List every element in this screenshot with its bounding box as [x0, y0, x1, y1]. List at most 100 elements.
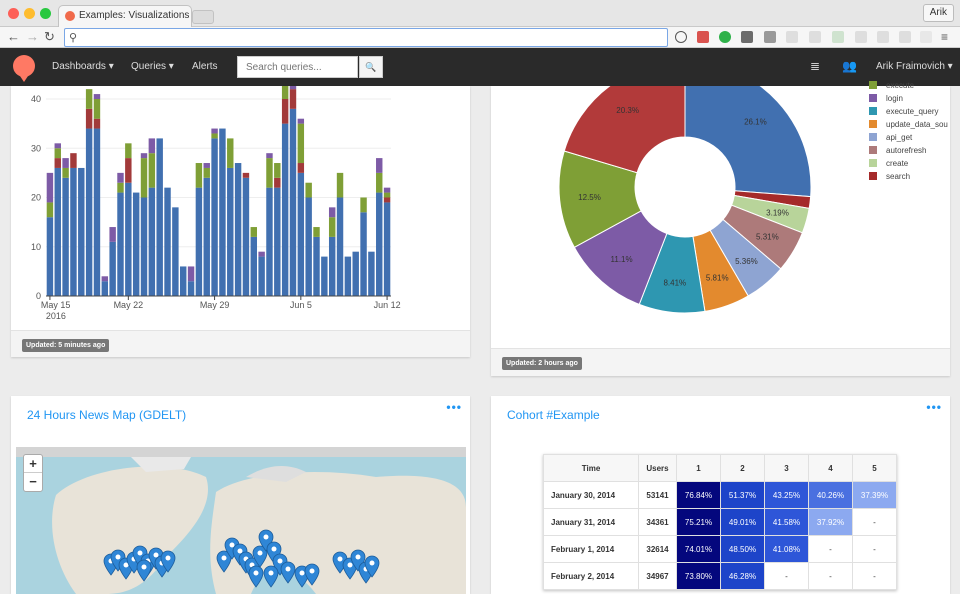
bar-segment[interactable] — [156, 138, 162, 296]
map-pin-icon[interactable] — [137, 560, 151, 581]
bar-segment[interactable] — [47, 217, 53, 296]
bar-segment[interactable] — [102, 276, 108, 281]
extension-gray-icon[interactable] — [809, 31, 821, 43]
bar-segment[interactable] — [282, 124, 288, 296]
bar-segment[interactable] — [117, 183, 123, 193]
bar-segment[interactable] — [227, 168, 233, 296]
bar-segment[interactable] — [141, 198, 147, 297]
legend-item[interactable]: execute — [869, 81, 914, 90]
bar-segment[interactable] — [47, 202, 53, 217]
bar-segment[interactable] — [305, 198, 311, 297]
bar-segment[interactable] — [149, 188, 155, 296]
bar-segment[interactable] — [78, 168, 84, 296]
minimize-window-button[interactable] — [24, 8, 35, 19]
bar-segment[interactable] — [376, 173, 382, 193]
bar-segment[interactable] — [141, 158, 147, 197]
map-pin-icon[interactable] — [264, 566, 278, 587]
bar-segment[interactable] — [243, 173, 249, 178]
bar-segment[interactable] — [149, 138, 155, 153]
bar-segment[interactable] — [62, 178, 68, 296]
bar-segment[interactable] — [298, 119, 304, 124]
extension-gray-icon[interactable] — [877, 31, 889, 43]
bar-segment[interactable] — [282, 99, 288, 124]
bar-segment[interactable] — [62, 158, 68, 168]
extension-red-icon[interactable] — [697, 31, 709, 43]
bar-segment[interactable] — [266, 153, 272, 158]
bar-segment[interactable] — [345, 257, 351, 296]
bar-segment[interactable] — [133, 193, 139, 296]
bar-segment[interactable] — [337, 198, 343, 297]
bar-segment[interactable] — [384, 202, 390, 296]
bar-segment[interactable] — [329, 237, 335, 296]
bar-segment[interactable] — [188, 281, 194, 296]
bar-segment[interactable] — [329, 207, 335, 217]
bar-segment[interactable] — [219, 129, 225, 296]
bar-segment[interactable] — [211, 129, 217, 134]
bar-segment[interactable] — [188, 266, 194, 281]
back-arrow-icon[interactable]: ← — [7, 29, 20, 45]
bar-segment[interactable] — [313, 227, 319, 237]
bar-segment[interactable] — [274, 188, 280, 296]
bar-segment[interactable] — [94, 119, 100, 129]
bar-segment[interactable] — [62, 168, 68, 178]
extension-gray-icon[interactable] — [920, 31, 932, 43]
bar-segment[interactable] — [94, 99, 100, 119]
bar-segment[interactable] — [141, 153, 147, 158]
legend-item[interactable]: update_data_sou — [869, 120, 948, 129]
bar-segment[interactable] — [266, 158, 272, 188]
bar-segment[interactable] — [55, 143, 61, 148]
bar-segment[interactable] — [298, 163, 304, 173]
legend-item[interactable]: api_get — [869, 133, 912, 142]
widget-menu-button[interactable]: ••• — [446, 400, 462, 414]
bar-segment[interactable] — [204, 163, 210, 168]
bar-segment[interactable] — [290, 89, 296, 109]
bar-segment[interactable] — [376, 193, 382, 296]
bar-segment[interactable] — [47, 173, 53, 203]
bar-segment[interactable] — [321, 257, 327, 296]
bar-segment[interactable] — [384, 198, 390, 203]
close-window-button[interactable] — [8, 8, 19, 19]
bar-segment[interactable] — [180, 266, 186, 296]
info-icon[interactable] — [675, 31, 687, 43]
bar-segment[interactable] — [376, 158, 382, 173]
nav-queries[interactable]: Queries ▾ — [131, 61, 174, 72]
bar-segment[interactable] — [258, 252, 264, 257]
bar-segment[interactable] — [149, 153, 155, 187]
bar-segment[interactable] — [211, 133, 217, 138]
legend-item[interactable]: create — [869, 159, 908, 168]
extension-gray-icon[interactable] — [899, 31, 911, 43]
legend-item[interactable]: search — [869, 172, 910, 181]
nav-alerts[interactable]: Alerts — [192, 61, 218, 72]
widget-menu-button[interactable]: ••• — [926, 400, 942, 414]
bar-segment[interactable] — [290, 86, 296, 89]
widget-title[interactable]: 24 Hours News Map (GDELT) — [27, 408, 186, 422]
bar-segment[interactable] — [243, 178, 249, 296]
new-tab-button[interactable] — [192, 10, 214, 24]
bar-segment[interactable] — [227, 138, 233, 168]
extension-shield-icon[interactable] — [741, 31, 753, 43]
bar-segment[interactable] — [305, 183, 311, 198]
news-map[interactable]: + − — [16, 447, 466, 594]
bar-segment[interactable] — [86, 89, 92, 109]
bar-segment[interactable] — [211, 138, 217, 296]
bar-segment[interactable] — [109, 242, 115, 296]
search-button[interactable]: 🔍 — [359, 56, 383, 78]
map-pin-icon[interactable] — [249, 566, 263, 587]
search-queries-input[interactable] — [237, 56, 358, 78]
bar-segment[interactable] — [360, 212, 366, 296]
extension-green-icon[interactable] — [719, 31, 731, 43]
bar-segment[interactable] — [384, 188, 390, 193]
zoom-out-button[interactable]: − — [24, 473, 42, 491]
bar-segment[interactable] — [337, 173, 343, 198]
forward-arrow-icon[interactable]: → — [26, 29, 39, 45]
bar-segment[interactable] — [196, 188, 202, 296]
extension-gray-icon[interactable] — [855, 31, 867, 43]
bar-segment[interactable] — [55, 168, 61, 296]
bar-segment[interactable] — [55, 148, 61, 158]
redash-logo-icon[interactable] — [13, 55, 35, 77]
bar-segment[interactable] — [290, 109, 296, 296]
users-icon[interactable]: 👥 — [842, 59, 857, 73]
bar-segment[interactable] — [282, 86, 288, 99]
reload-icon[interactable]: ↻ — [44, 29, 55, 45]
widget-title[interactable]: Cohort #Example — [507, 408, 600, 422]
